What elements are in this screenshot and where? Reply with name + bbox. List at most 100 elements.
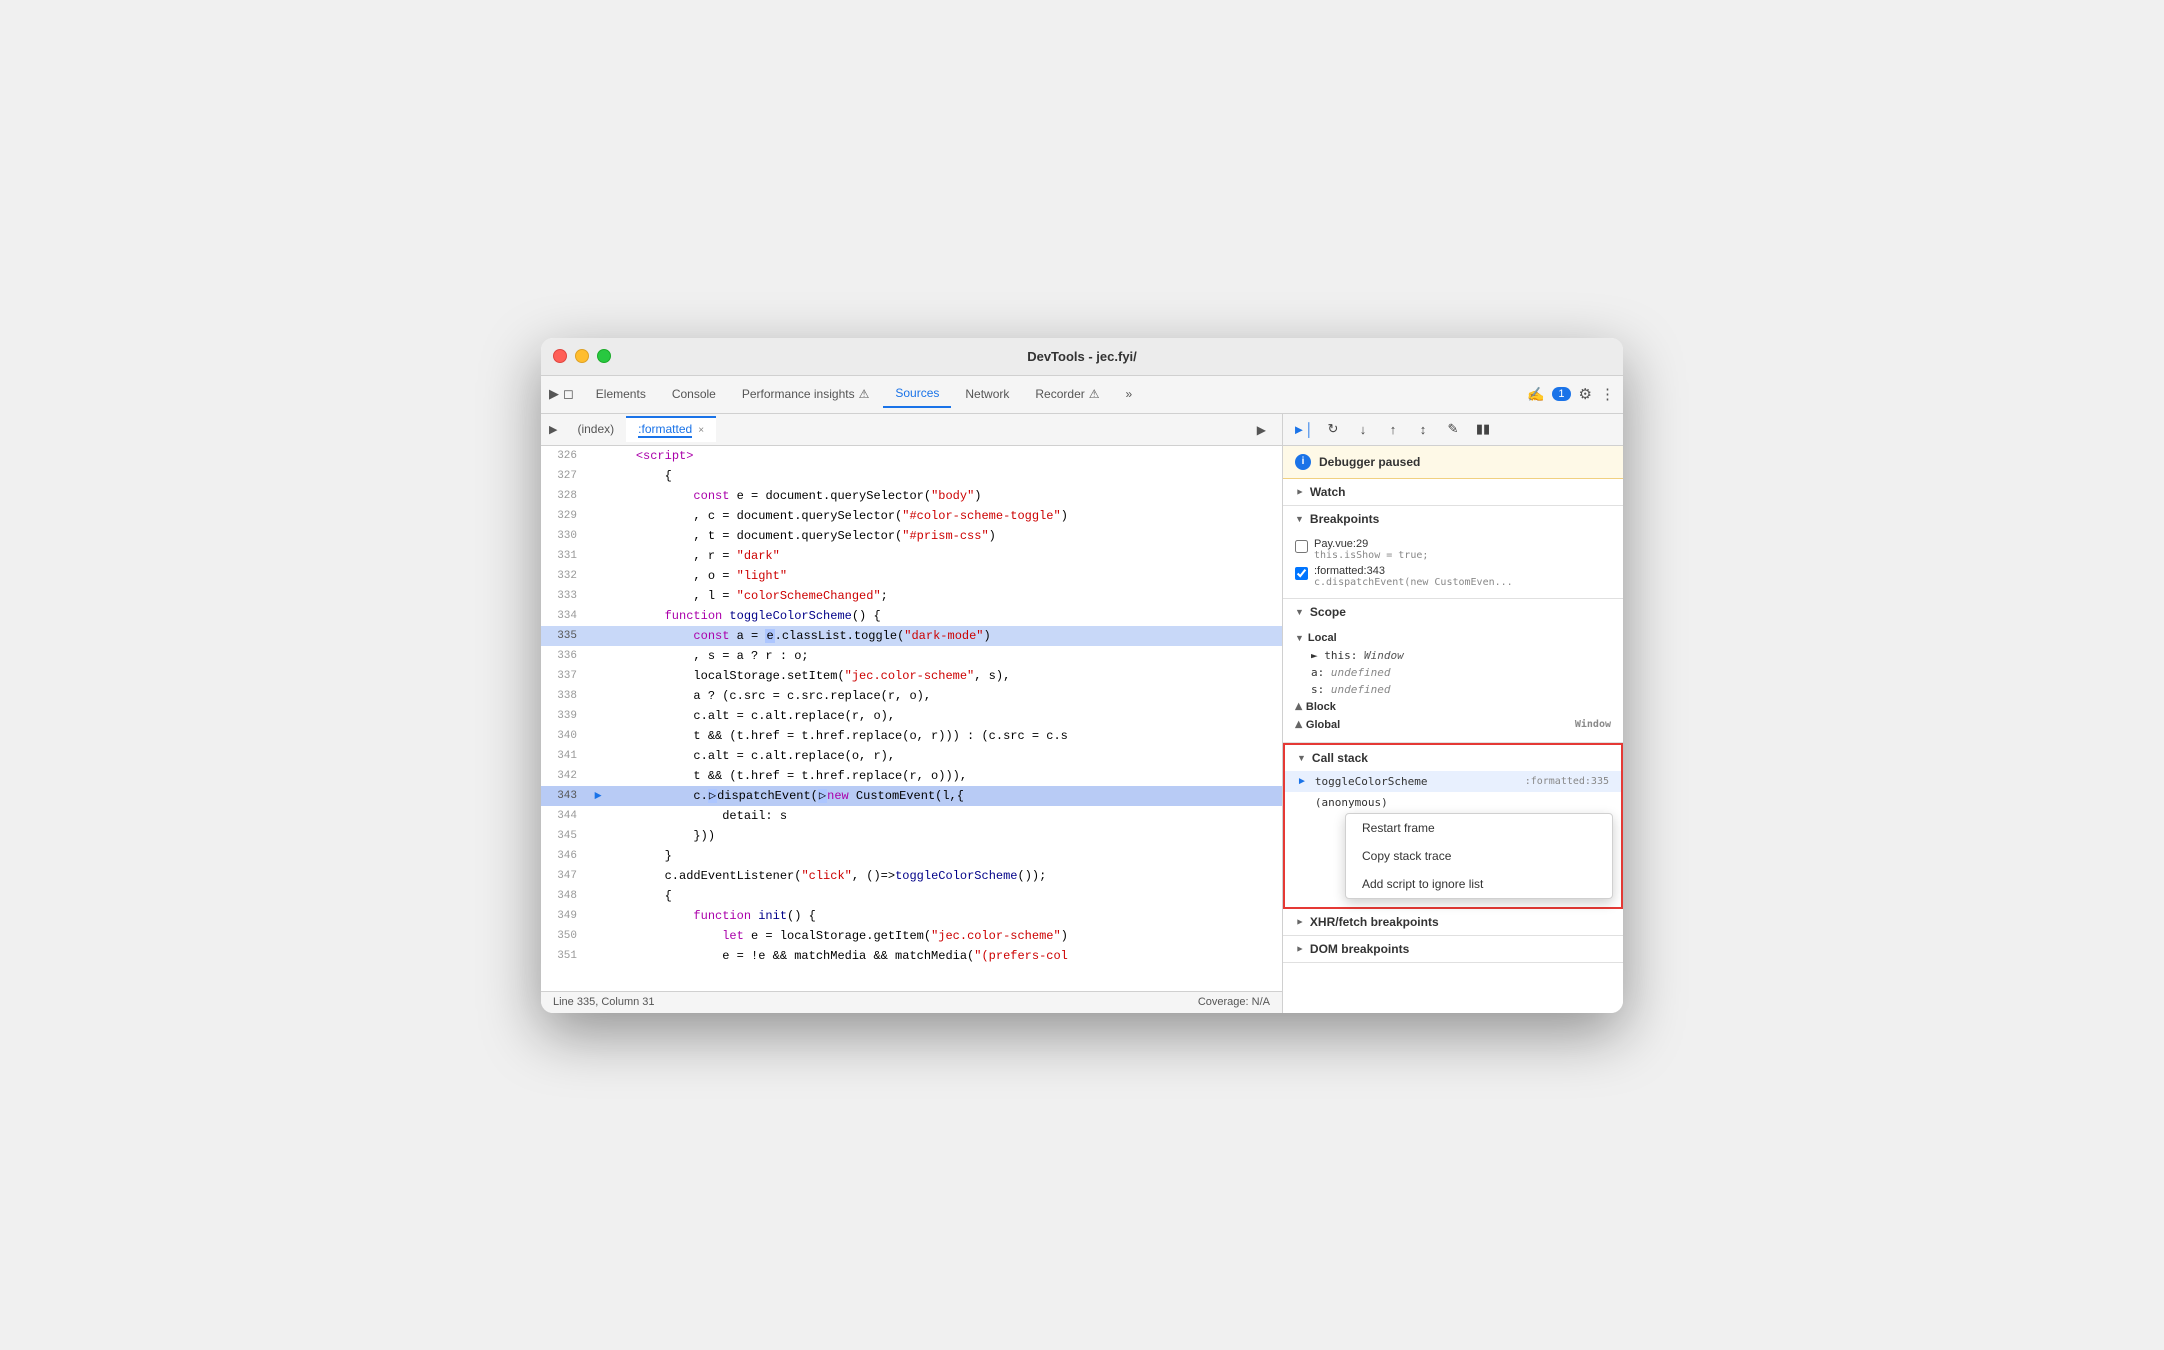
breakpoints-section: ▼ Breakpoints Pay.vue:29 this.isShow = t…: [1283, 506, 1623, 599]
pause-arrow-icon: ►: [594, 786, 601, 806]
context-menu-copy-stack-trace[interactable]: Copy stack trace: [1346, 842, 1612, 870]
step-into-button[interactable]: ↓: [1351, 417, 1375, 441]
local-triangle-icon: ▼: [1295, 633, 1304, 643]
code-line-329: 329 , c = document.querySelector("#color…: [541, 506, 1282, 526]
block-scope-header[interactable]: ▶ Block: [1295, 698, 1611, 716]
code-line-330: 330 , t = document.querySelector("#prism…: [541, 526, 1282, 546]
step-button[interactable]: ↕: [1411, 417, 1435, 441]
breakpoint-item-1: Pay.vue:29 this.isShow = true;: [1295, 536, 1611, 563]
context-menu-restart-frame[interactable]: Restart frame: [1346, 814, 1612, 842]
code-line-345: 345 })): [541, 826, 1282, 846]
code-line-331: 331 , r = "dark": [541, 546, 1282, 566]
xhr-breakpoints-header[interactable]: ▼ XHR/fetch breakpoints: [1283, 909, 1623, 935]
scope-triangle-icon: ▼: [1295, 607, 1304, 617]
tab-bar-right: ✍ 1 ⚙ ⋮: [1527, 385, 1615, 403]
call-stack-header[interactable]: ▼ Call stack: [1285, 745, 1621, 771]
code-line-326: 326 <script>: [541, 446, 1282, 466]
file-tab-formatted[interactable]: :formatted ×: [626, 416, 716, 442]
pause-on-exceptions-button[interactable]: ▮▮: [1471, 417, 1495, 441]
devtools-window: DevTools - jec.fyi/ ▶ ◻ Elements Console…: [541, 338, 1623, 1013]
more-menu-icon[interactable]: ⋮: [1600, 385, 1615, 403]
sidebar-toggle-icon[interactable]: ▶: [549, 423, 557, 436]
watch-section: ▼ Watch: [1283, 479, 1623, 506]
cursor-icon[interactable]: ▶: [549, 386, 559, 402]
code-line-328: 328 const e = document.querySelector("bo…: [541, 486, 1282, 506]
file-tabs: ▶ (index) :formatted × ▶: [541, 414, 1282, 446]
code-line-342: 342 t && (t.href = t.href.replace(r, o))…: [541, 766, 1282, 786]
tab-console[interactable]: Console: [660, 381, 728, 407]
deactivate-breakpoints-button[interactable]: ✎: [1441, 417, 1465, 441]
tab-recorder[interactable]: Recorder ⚠: [1023, 381, 1111, 407]
local-scope-header[interactable]: ▼ Local: [1295, 629, 1611, 647]
title-bar: DevTools - jec.fyi/: [541, 338, 1623, 376]
call-stack-item-2[interactable]: ► (anonymous): [1285, 792, 1621, 813]
scope-header[interactable]: ▼ Scope: [1283, 599, 1623, 625]
device-icon[interactable]: ◻: [563, 386, 574, 402]
local-scope-items: ► this: Window a: undefined s: undefined: [1295, 647, 1611, 698]
code-editor[interactable]: 326 <script> 327 { 328 const e = docume: [541, 446, 1282, 991]
chat-icon[interactable]: ✍: [1527, 386, 1544, 403]
code-panel: ▶ (index) :formatted × ▶ 326 <s: [541, 414, 1283, 1013]
code-line-334: 334 function toggleColorScheme() {: [541, 606, 1282, 626]
global-scope-header[interactable]: ▶ Global Window: [1295, 716, 1611, 734]
tab-network[interactable]: Network: [953, 381, 1021, 407]
minimize-button[interactable]: [575, 349, 589, 363]
scope-section: ▼ Scope ▼ Local ► this: Window a: undefi…: [1283, 599, 1623, 743]
global-triangle-icon: ▶: [1293, 721, 1304, 728]
debugger-paused-banner: i Debugger paused: [1283, 446, 1623, 479]
window-title: DevTools - jec.fyi/: [1027, 349, 1137, 364]
close-tab-icon[interactable]: ×: [698, 425, 704, 436]
maximize-button[interactable]: [597, 349, 611, 363]
xhr-breakpoints-section: ▼ XHR/fetch breakpoints: [1283, 909, 1623, 936]
breakpoint-checkbox-1[interactable]: [1295, 540, 1308, 553]
info-icon: i: [1295, 454, 1311, 470]
scope-content: ▼ Local ► this: Window a: undefined s: u…: [1283, 625, 1623, 742]
tab-more[interactable]: »: [1114, 381, 1145, 407]
coverage-status: Coverage: N/A: [1198, 996, 1270, 1008]
code-line-349: 349 function init() {: [541, 906, 1282, 926]
debugger-toolbar: ►│ ↻ ↓ ↑ ↕ ✎ ▮▮: [1283, 414, 1623, 446]
tab-performance-insights[interactable]: Performance insights ⚠: [730, 381, 881, 407]
code-line-348: 348 {: [541, 886, 1282, 906]
file-tabs-right: ▶: [1249, 422, 1274, 437]
step-over-button[interactable]: ↻: [1321, 417, 1345, 441]
tab-sources[interactable]: Sources: [883, 380, 951, 408]
breakpoint-checkbox-2[interactable]: [1295, 567, 1308, 580]
dom-breakpoints-section: ▼ DOM breakpoints: [1283, 936, 1623, 963]
scope-item-s: s: undefined: [1311, 681, 1611, 698]
tab-elements[interactable]: Elements: [584, 381, 658, 407]
notification-badge: 1: [1552, 387, 1570, 401]
code-line-338: 338 a ? (c.src = c.src.replace(r, o),: [541, 686, 1282, 706]
breakpoints-triangle-icon: ▼: [1295, 514, 1304, 524]
breakpoint-item-2: :formatted:343 c.dispatchEvent(new Custo…: [1295, 563, 1611, 590]
devtools-icons: ▶ ◻: [549, 386, 574, 402]
file-tab-index[interactable]: (index): [565, 418, 626, 440]
main-area: ▶ (index) :formatted × ▶ 326 <s: [541, 414, 1623, 1013]
code-line-341: 341 c.alt = c.alt.replace(o, r),: [541, 746, 1282, 766]
cursor-position: Line 335, Column 31: [553, 996, 655, 1008]
status-bar: Line 335, Column 31 Coverage: N/A: [541, 991, 1282, 1013]
xhr-triangle-icon: ▼: [1294, 917, 1304, 926]
close-button[interactable]: [553, 349, 567, 363]
call-stack-item-1[interactable]: ► toggleColorScheme :formatted:335: [1285, 771, 1621, 792]
code-line-340: 340 t && (t.href = t.href.replace(o, r))…: [541, 726, 1282, 746]
breakpoints-header[interactable]: ▼ Breakpoints: [1283, 506, 1623, 532]
right-panel: ►│ ↻ ↓ ↑ ↕ ✎ ▮▮ i Debugger paused ▼ Watc…: [1283, 414, 1623, 1013]
call-stack-arrow-icon: ►: [1297, 776, 1307, 787]
traffic-lights: [553, 349, 611, 363]
warning-icon-recorder: ⚠: [1089, 387, 1100, 401]
context-menu: Restart frame Copy stack trace Add scrip…: [1345, 813, 1613, 899]
dom-breakpoints-header[interactable]: ▼ DOM breakpoints: [1283, 936, 1623, 962]
step-out-button[interactable]: ↑: [1381, 417, 1405, 441]
settings-icon[interactable]: ⚙: [1579, 385, 1592, 403]
resume-button[interactable]: ►│: [1291, 417, 1315, 441]
watch-header[interactable]: ▼ Watch: [1283, 479, 1623, 505]
code-line-347: 347 c.addEventListener("click", ()=>togg…: [541, 866, 1282, 886]
code-line-339: 339 c.alt = c.alt.replace(r, o),: [541, 706, 1282, 726]
jump-to-file-icon[interactable]: ▶: [1249, 423, 1274, 437]
code-line-351: 351 e = !e && matchMedia && matchMedia("…: [541, 946, 1282, 966]
context-menu-add-script-ignore[interactable]: Add script to ignore list: [1346, 870, 1612, 898]
dom-triangle-icon: ▼: [1294, 944, 1304, 953]
code-line-332: 332 , o = "light": [541, 566, 1282, 586]
breakpoints-content: Pay.vue:29 this.isShow = true; :formatte…: [1283, 532, 1623, 598]
